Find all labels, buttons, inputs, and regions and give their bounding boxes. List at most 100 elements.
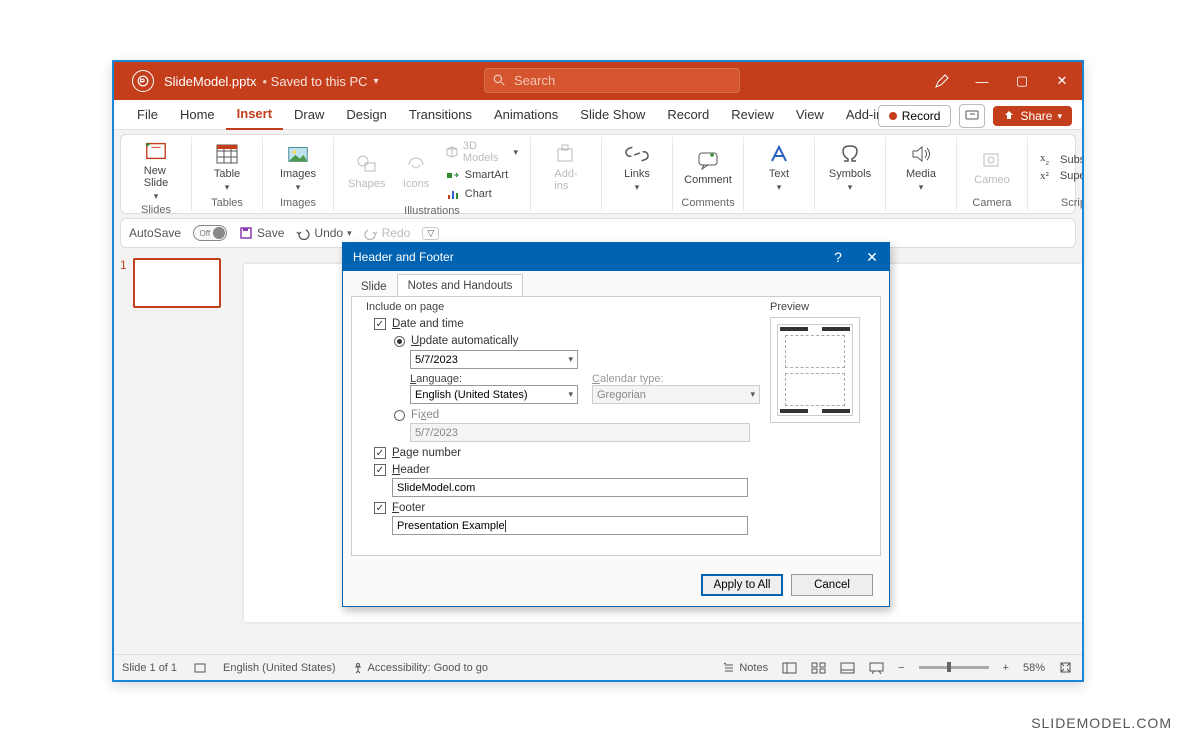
- save-status[interactable]: Saved to this PC: [271, 74, 368, 89]
- view-slideshow-button[interactable]: [869, 662, 884, 674]
- page-number-checkbox[interactable]: ✓: [374, 447, 386, 459]
- tab-design[interactable]: Design: [335, 100, 397, 130]
- preview-label: Preview: [770, 301, 870, 313]
- cancel-button[interactable]: Cancel: [791, 574, 873, 596]
- cameo-button[interactable]: Cameo: [967, 148, 1017, 186]
- tab-file[interactable]: File: [126, 100, 169, 130]
- smartart-icon: [445, 167, 461, 183]
- auto-date-combo[interactable]: 5/7/2023▾: [410, 350, 578, 369]
- slide-thumbnail-1[interactable]: [133, 258, 221, 308]
- slide-thumbnails-panel[interactable]: 1: [114, 248, 244, 654]
- date-time-checkbox[interactable]: ✓: [374, 318, 386, 330]
- header-checkbox[interactable]: ✓: [374, 464, 386, 476]
- calendar-combo: Gregorian▾: [592, 385, 760, 404]
- qat-overflow-button[interactable]: ▽: [422, 227, 439, 240]
- symbols-button[interactable]: Symbols▾: [825, 142, 875, 193]
- chart-button[interactable]: Chart: [443, 185, 520, 203]
- language-status[interactable]: English (United States): [223, 662, 336, 674]
- save-button[interactable]: Save: [239, 226, 284, 240]
- present-mode-button[interactable]: [959, 104, 985, 128]
- tab-animations[interactable]: Animations: [483, 100, 569, 130]
- group-label-tables: Tables: [198, 197, 256, 211]
- group-label-illustrations: Illustrations: [340, 205, 524, 219]
- preview-thumbnail: [770, 317, 860, 423]
- group-label-camera: Camera: [963, 197, 1021, 211]
- document-filename[interactable]: SlideModel.pptx: [164, 74, 263, 89]
- redo-button[interactable]: Redo: [364, 226, 411, 240]
- close-button[interactable]: ✕: [1042, 62, 1082, 100]
- spellcheck-icon[interactable]: [193, 661, 207, 675]
- table-button[interactable]: Table▾: [202, 142, 252, 193]
- thumbnail-number: 1: [120, 258, 127, 308]
- tab-transitions[interactable]: Transitions: [398, 100, 483, 130]
- zoom-in-button[interactable]: +: [1003, 662, 1009, 674]
- fixed-label: Fixed: [411, 409, 439, 421]
- comment-button[interactable]: Comment: [683, 148, 733, 186]
- shapes-icon: [355, 152, 379, 176]
- share-button[interactable]: Share▾: [993, 106, 1072, 126]
- footer-input[interactable]: Presentation Example: [392, 516, 748, 535]
- notes-icon: [723, 662, 735, 674]
- cube-icon: [445, 144, 459, 160]
- icons-button[interactable]: Icons: [393, 152, 438, 190]
- superscript-button[interactable]: x² Superscript: [1038, 169, 1084, 183]
- search-input[interactable]: Search: [484, 68, 740, 93]
- 3d-models-button[interactable]: 3D Models ▾: [443, 139, 520, 165]
- titlebar: SlideModel.pptx • Saved to this PC ▾ Sea…: [114, 62, 1082, 100]
- group-label-images: Images: [269, 197, 327, 211]
- tab-slideshow[interactable]: Slide Show: [569, 100, 656, 130]
- header-input[interactable]: SlideModel.com: [392, 478, 748, 497]
- dialog-close-button[interactable]: ✕: [855, 243, 889, 271]
- accessibility-status[interactable]: Accessibility: Good to go: [352, 662, 488, 674]
- view-reading-button[interactable]: [840, 662, 855, 674]
- undo-button[interactable]: Undo▾: [296, 226, 351, 240]
- notes-button[interactable]: Notes: [723, 662, 768, 674]
- calendar-label: Calendar type:: [592, 373, 762, 385]
- media-button[interactable]: Media▾: [896, 142, 946, 193]
- autosave-toggle[interactable]: Off: [193, 225, 227, 241]
- zoom-slider[interactable]: [919, 666, 989, 669]
- shapes-button[interactable]: Shapes: [344, 152, 389, 190]
- fixed-radio[interactable]: [394, 410, 405, 421]
- text-button[interactable]: Text▾: [754, 142, 804, 193]
- fixed-date-input: 5/7/2023: [410, 423, 750, 442]
- link-icon: [625, 142, 649, 166]
- new-slide-button[interactable]: New Slide▾: [131, 139, 181, 202]
- apply-to-all-button[interactable]: Apply to All: [701, 574, 783, 596]
- fit-to-window-button[interactable]: [1059, 661, 1072, 674]
- dialog-tab-slide[interactable]: Slide: [351, 276, 397, 297]
- tab-record[interactable]: Record: [656, 100, 720, 130]
- zoom-level[interactable]: 58%: [1023, 662, 1045, 674]
- addins-button[interactable]: Add- ins: [541, 142, 591, 192]
- tab-review[interactable]: Review: [720, 100, 785, 130]
- minimize-button[interactable]: —: [962, 62, 1002, 100]
- chevron-down-icon[interactable]: ▾: [374, 76, 379, 87]
- footer-checkbox[interactable]: ✓: [374, 502, 386, 514]
- tab-draw[interactable]: Draw: [283, 100, 335, 130]
- tab-insert[interactable]: Insert: [226, 100, 283, 130]
- addins-icon: [554, 142, 578, 166]
- images-button[interactable]: Images▾: [273, 142, 323, 193]
- tab-view[interactable]: View: [785, 100, 835, 130]
- watermark: SLIDEMODEL.COM: [1031, 715, 1172, 731]
- record-button[interactable]: Record: [878, 105, 952, 127]
- update-auto-radio[interactable]: [394, 336, 405, 347]
- omega-icon: [838, 142, 862, 166]
- links-button[interactable]: Links▾: [612, 142, 662, 193]
- search-icon: [493, 74, 506, 87]
- powerpoint-window: SlideModel.pptx • Saved to this PC ▾ Sea…: [112, 60, 1084, 682]
- chart-icon: [445, 186, 461, 202]
- view-normal-button[interactable]: [782, 662, 797, 674]
- slide-index[interactable]: Slide 1 of 1: [122, 662, 177, 674]
- subscript-button[interactable]: x₂ Subscript: [1038, 151, 1084, 167]
- language-combo[interactable]: English (United States)▾: [410, 385, 578, 404]
- dialog-help-button[interactable]: ?: [821, 243, 855, 271]
- dialog-tab-notes-handouts[interactable]: Notes and Handouts: [397, 274, 524, 297]
- dialog-title: Header and Footer: [353, 250, 454, 264]
- maximize-button[interactable]: ▢: [1002, 62, 1042, 100]
- tab-home[interactable]: Home: [169, 100, 226, 130]
- zoom-out-button[interactable]: −: [898, 662, 904, 674]
- smartart-button[interactable]: SmartArt: [443, 166, 520, 184]
- view-sorter-button[interactable]: [811, 662, 826, 674]
- pencil-icon[interactable]: [922, 62, 962, 100]
